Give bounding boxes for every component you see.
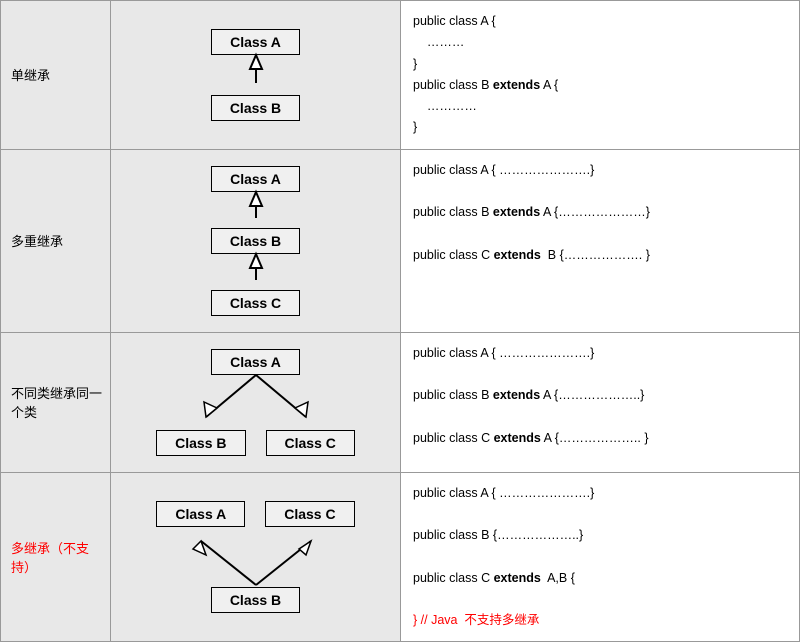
arrow-single (246, 55, 266, 95)
code-multilevel: public class A { ………………….} public class … (401, 149, 800, 332)
arrow-multi-ab (246, 192, 266, 228)
diagram-multilevel: Class A Class B Class C (111, 149, 401, 332)
label-single: 单继承 (1, 1, 111, 150)
class-box-b-single: Class B (211, 95, 300, 121)
class-box-a-single: Class A (211, 29, 300, 55)
diagram-unsupported: Class A Class C Class B (111, 472, 401, 642)
class-box-c-diff: Class C (266, 430, 355, 456)
arrows-unsupported (166, 527, 346, 587)
label-unsupported: 多继承（不支持） (1, 472, 111, 642)
code-unsupported: public class A { ………………….} public class … (401, 472, 800, 642)
diagram-single: Class A Class B (111, 1, 401, 150)
class-box-b-multi: Class B (211, 228, 300, 254)
class-box-a-multi: Class A (211, 166, 300, 192)
arrows-different (176, 375, 336, 430)
class-box-c-unsup: Class C (265, 501, 354, 527)
class-box-a-diff: Class A (211, 349, 300, 375)
code-different: public class A { ………………….} public class … (401, 332, 800, 472)
class-box-a-unsup: Class A (156, 501, 245, 527)
class-box-b-diff: Class B (156, 430, 245, 456)
class-box-c-multi: Class C (211, 290, 300, 316)
arrow-multi-bc (246, 254, 266, 290)
code-single: public class A { ……… } public class B ex… (401, 1, 800, 150)
diagram-different: Class A Class B Class C (111, 332, 401, 472)
label-multilevel: 多重继承 (1, 149, 111, 332)
label-different: 不同类继承同一个类 (1, 332, 111, 472)
